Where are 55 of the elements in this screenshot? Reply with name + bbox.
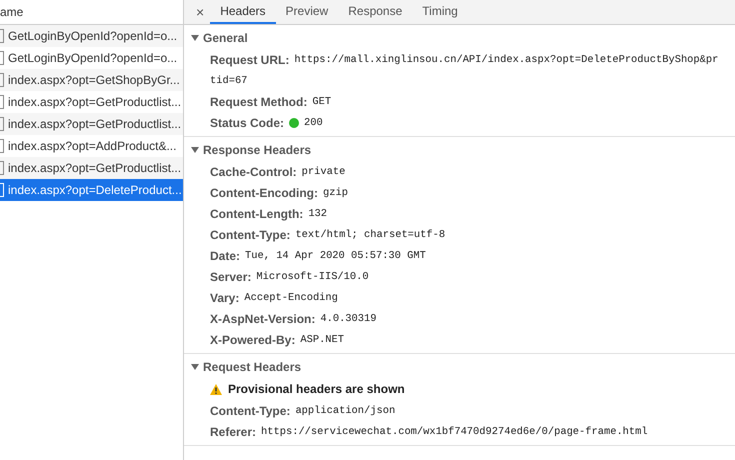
header-value: text/html; charset=utf-8	[295, 228, 446, 240]
header-name: Cache-Control:	[210, 164, 297, 178]
header-name: Content-Type:	[210, 228, 290, 242]
file-icon	[0, 117, 4, 131]
request-row[interactable]: index.aspx?opt=GetProductlist...	[0, 157, 183, 179]
header-value: Accept-Encoding	[244, 292, 338, 304]
triangle-down-icon	[191, 363, 199, 371]
file-icon	[0, 73, 4, 87]
header-value: 200	[304, 116, 323, 128]
header-name: X-AspNet-Version:	[210, 312, 316, 326]
header-name: Vary:	[210, 290, 240, 304]
header-value: Tue, 14 Apr 2020 05:57:30 GMT	[245, 250, 426, 262]
header-name: Content-Type:	[210, 404, 290, 418]
header-value: tid=67	[210, 74, 248, 86]
tab[interactable]: Preview	[276, 0, 338, 24]
header-value: ASP.NET	[300, 334, 344, 346]
section-header[interactable]: Response Headers	[184, 139, 735, 161]
file-icon	[0, 95, 4, 109]
header-name: Request Method:	[210, 94, 308, 108]
request-row[interactable]: index.aspx?opt=GetShopByGr...	[0, 69, 183, 91]
header-value: Microsoft-IIS/10.0	[256, 270, 369, 282]
header-value: application/json	[295, 404, 396, 416]
close-button[interactable]: ×	[190, 0, 210, 24]
header-name: X-Powered-By:	[210, 332, 296, 346]
section-header[interactable]: Request Headers	[184, 356, 735, 378]
triangle-down-icon	[191, 34, 199, 42]
header-value: GET	[312, 96, 332, 108]
request-row[interactable]: index.aspx?opt=DeleteProduct...	[0, 179, 183, 201]
triangle-down-icon	[191, 146, 199, 154]
header-name: Status Code:	[210, 116, 284, 130]
file-icon	[0, 139, 4, 153]
header-name: Content-Encoding:	[210, 186, 318, 200]
warning-text: Provisional headers are shown	[228, 382, 405, 396]
header-name: Referer:	[210, 424, 256, 438]
header-name: Request URL:	[210, 52, 290, 66]
header-value: private	[302, 166, 346, 178]
header-name: Server:	[210, 270, 252, 284]
warning-icon	[210, 384, 222, 394]
header-value: https://servicewechat.com/wx1bf7470d9274ed6e/0/page-frame.html	[261, 426, 648, 438]
header-value: https://mall.xinglinsou.cn/API/index.aspx?opt=DeleteProductByShop&pr	[294, 54, 718, 66]
request-row[interactable]: index.aspx?opt=GetProductlist...	[0, 113, 183, 135]
header-name: Content-Length:	[210, 206, 304, 220]
file-icon	[0, 183, 4, 197]
tab[interactable]: Timing	[412, 0, 468, 24]
tab[interactable]: Response	[338, 0, 412, 24]
header-name: Date:	[210, 248, 240, 262]
section-header[interactable]: General	[184, 27, 735, 49]
file-icon	[0, 51, 4, 65]
file-icon	[0, 161, 4, 175]
header-value: gzip	[322, 186, 348, 198]
header-value: 132	[308, 208, 328, 220]
file-icon	[0, 29, 4, 43]
tab[interactable]: Headers	[210, 0, 276, 24]
header-value: 4.0.30319	[320, 312, 376, 324]
request-row[interactable]: GetLoginByOpenId?openId=o...	[0, 25, 183, 47]
